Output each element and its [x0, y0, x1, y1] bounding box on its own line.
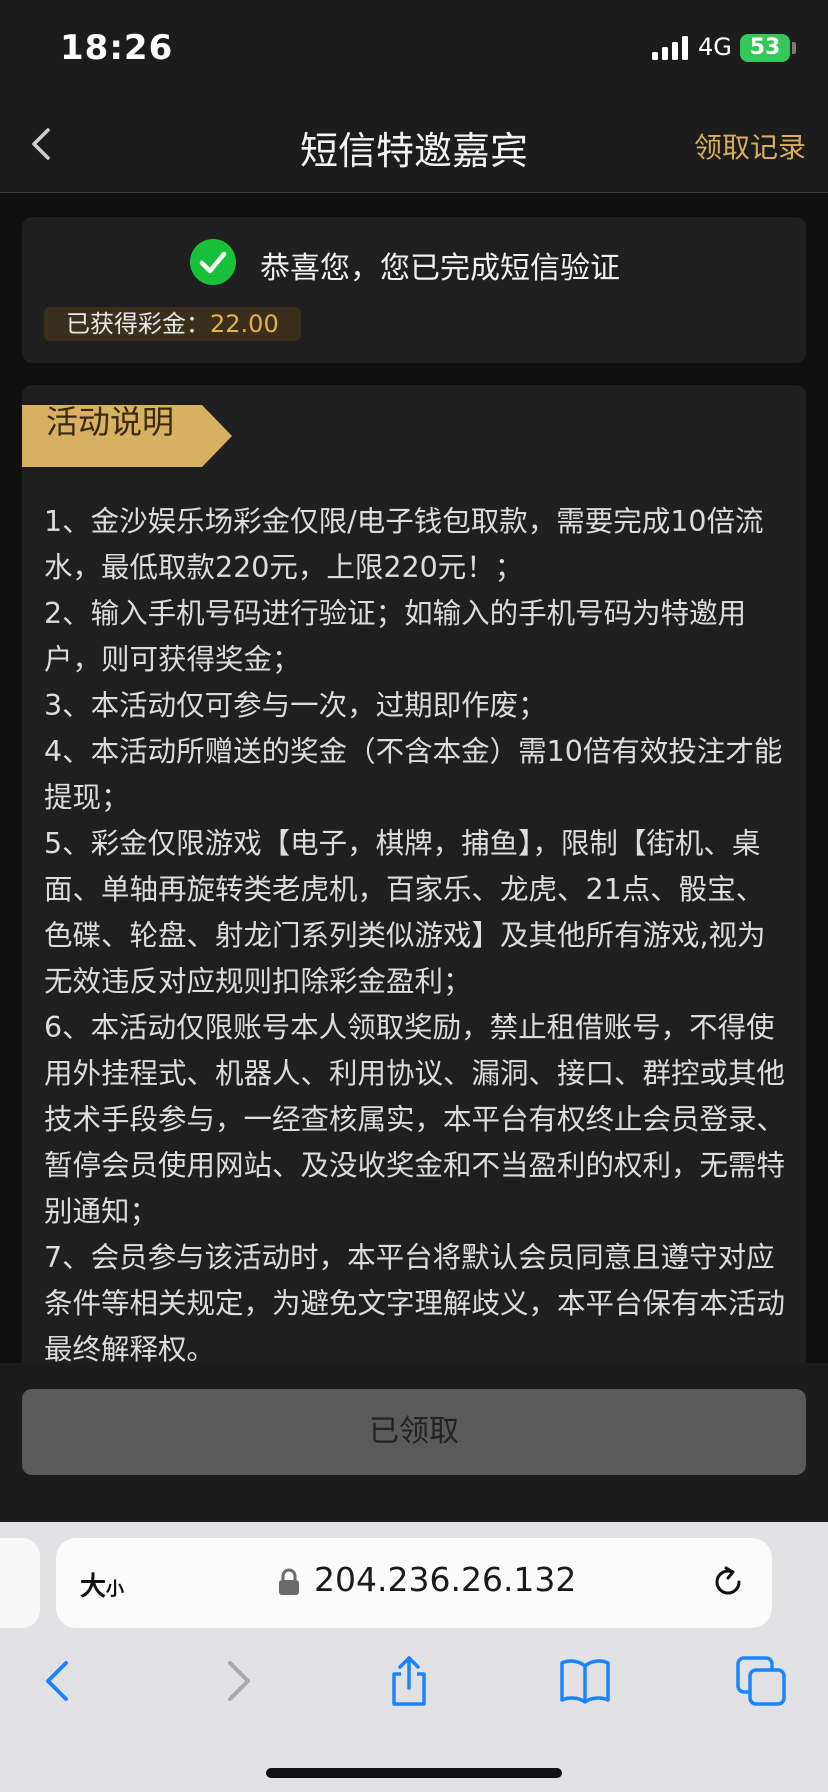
- battery-tip: [792, 42, 796, 54]
- rules-card: 活动说明 1、金沙娱乐场彩金仅限/电子钱包取款，需要完成10倍流水，最低取款22…: [22, 385, 806, 1363]
- status-bar: 18:26 4G 53: [0, 0, 828, 96]
- status-time: 18:26: [60, 28, 174, 68]
- bookmarks-icon[interactable]: [558, 1654, 612, 1708]
- rule-item: 7、会员参与该活动时，本平台将默认会员同意且遵守对应条件等相关规定，为避免文字理…: [44, 1241, 786, 1363]
- cellular-signal-icon: [652, 36, 688, 60]
- forward-icon[interactable]: [210, 1654, 264, 1708]
- url-text: 204.236.26.132: [314, 1560, 577, 1599]
- rule-item: 4、本活动所赠送的奖金（不含本金）需10倍有效投注才能提现；: [44, 735, 783, 814]
- success-message: 恭喜您，您已完成短信验证: [260, 251, 620, 286]
- home-indicator: [266, 1768, 562, 1778]
- share-icon[interactable]: [382, 1654, 436, 1708]
- rule-item: 5、彩金仅限游戏【电子，棋牌，捕鱼】，限制【街机、桌面、单轴再旋转类老虎机，百家…: [44, 827, 766, 998]
- network-type: 4G: [698, 33, 732, 61]
- lock-icon: [279, 1568, 299, 1595]
- rule-item: 3、本活动仅可参与一次，过期即作废；: [44, 689, 547, 722]
- check-circle-icon: [190, 239, 236, 285]
- address-bar[interactable]: 大小 204.236.26.132: [56, 1538, 772, 1628]
- rules-list: 1、金沙娱乐场彩金仅限/电子钱包取款，需要完成10倍流水，最低取款220元，上限…: [44, 499, 792, 1363]
- action-area: 已领取: [0, 1363, 828, 1520]
- rule-item: 6、本活动仅限账号本人领取奖励，禁止租借账号，不得使用外挂程式、机器人、利用协议…: [44, 1011, 786, 1228]
- rules-title: 活动说明: [46, 403, 175, 441]
- claim-history-link[interactable]: 领取记录: [694, 126, 806, 166]
- bonus-amount: 22.00: [210, 310, 279, 338]
- reload-icon[interactable]: [708, 1562, 748, 1602]
- rule-item: 2、输入手机号码进行验证；如输入的手机号码为特邀用户，则可获得奖金；: [44, 597, 747, 676]
- text-size-small: 小: [106, 1579, 125, 1600]
- claimed-button[interactable]: 已领取: [22, 1389, 806, 1475]
- back-icon[interactable]: [32, 1654, 86, 1708]
- main-content: 恭喜您，您已完成短信验证 已获得彩金：22.00 活动说明 1、金沙娱乐场彩金仅…: [0, 193, 828, 1363]
- text-size-button[interactable]: 大小: [80, 1566, 124, 1603]
- bonus-label: 已获得彩金：: [66, 310, 210, 338]
- rule-item: 1、金沙娱乐场彩金仅限/电子钱包取款，需要完成10倍流水，最低取款220元，上限…: [44, 505, 764, 584]
- previous-tab-peek[interactable]: [0, 1538, 40, 1628]
- bonus-badge: 已获得彩金：22.00: [44, 307, 301, 341]
- text-size-big: 大: [80, 1572, 107, 1602]
- battery-icon: 53: [740, 34, 790, 62]
- nav-bar: 短信特邀嘉宾 领取记录: [0, 96, 828, 193]
- browser-toolbar: 大小 204.236.26.132: [0, 1522, 828, 1792]
- battery-level: 53: [749, 35, 781, 60]
- tabs-icon[interactable]: [734, 1654, 788, 1708]
- success-card: 恭喜您，您已完成短信验证 已获得彩金：22.00: [22, 217, 806, 363]
